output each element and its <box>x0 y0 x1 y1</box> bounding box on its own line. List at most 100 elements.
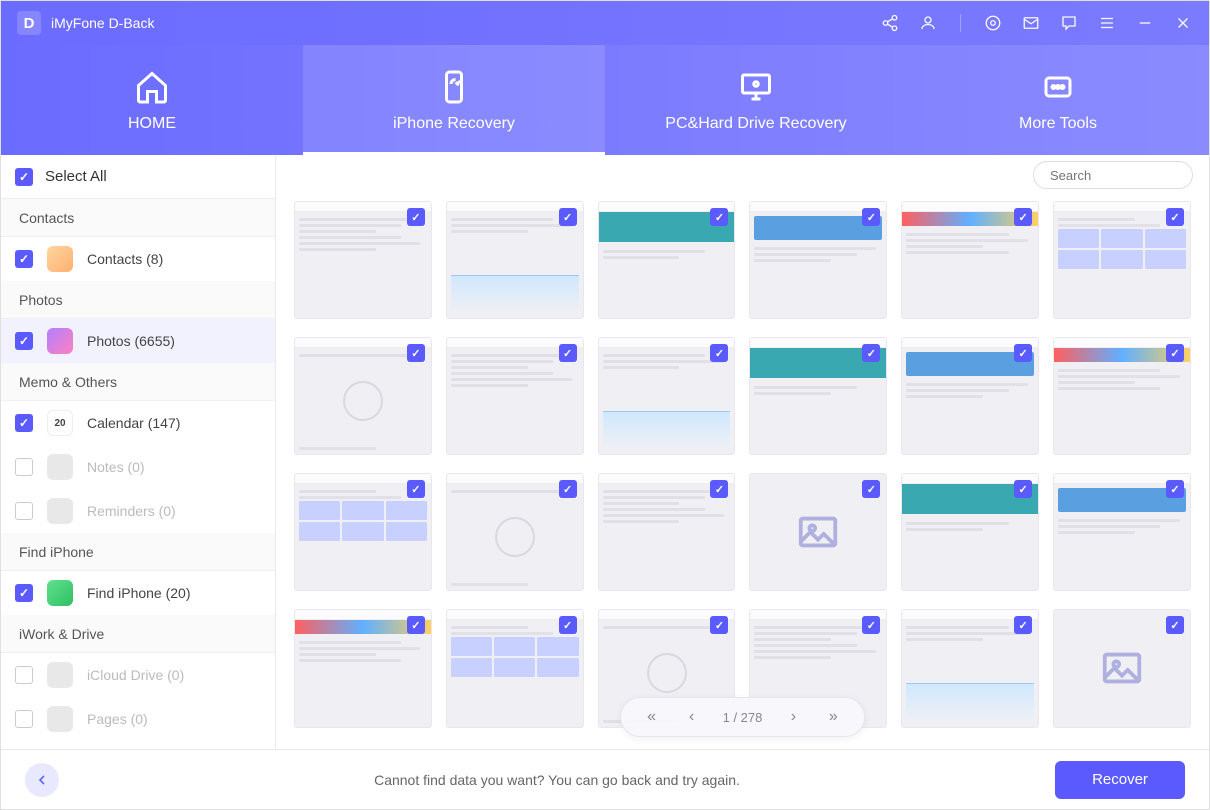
item-label: Calendar (147) <box>87 415 180 431</box>
photo-thumbnail[interactable] <box>749 201 887 319</box>
nav-tab-label: HOME <box>128 115 176 133</box>
photo-thumbnail[interactable] <box>446 337 584 455</box>
photo-thumbnail[interactable] <box>749 337 887 455</box>
thumbnail-checkbox[interactable] <box>407 208 425 226</box>
photo-thumbnail[interactable] <box>294 473 432 591</box>
mail-icon[interactable] <box>1021 13 1041 33</box>
settings-icon[interactable] <box>983 13 1003 33</box>
sidebar-item-reminders[interactable]: Reminders (0) <box>1 489 275 533</box>
sidebar-item-pages[interactable]: Pages (0) <box>1 697 275 741</box>
thumbnail-checkbox[interactable] <box>407 480 425 498</box>
reminders-icon <box>47 498 73 524</box>
thumbnail-checkbox[interactable] <box>1014 480 1032 498</box>
item-label: Notes (0) <box>87 459 145 475</box>
item-checkbox[interactable] <box>15 250 33 268</box>
thumbnail-checkbox[interactable] <box>1166 208 1184 226</box>
photo-thumbnail[interactable] <box>598 201 736 319</box>
thumbnail-checkbox[interactable] <box>559 208 577 226</box>
item-label: Reminders (0) <box>87 503 176 519</box>
thumbnail-checkbox[interactable] <box>407 616 425 634</box>
phone-recovery-icon <box>434 67 474 107</box>
feedback-icon[interactable] <box>1059 13 1079 33</box>
photo-thumbnail[interactable] <box>1053 337 1191 455</box>
thumbnail-checkbox[interactable] <box>1166 616 1184 634</box>
thumbnail-checkbox[interactable] <box>862 480 880 498</box>
app-title: iMyFone D-Back <box>51 15 154 31</box>
thumbnail-checkbox[interactable] <box>1014 208 1032 226</box>
minimize-icon[interactable] <box>1135 13 1155 33</box>
item-checkbox[interactable] <box>15 332 33 350</box>
thumbnail-checkbox[interactable] <box>559 616 577 634</box>
search-input[interactable] <box>1050 168 1209 183</box>
photo-thumbnail[interactable] <box>598 337 736 455</box>
photo-thumbnail[interactable] <box>749 473 887 591</box>
item-checkbox[interactable] <box>15 458 33 476</box>
photo-thumbnail[interactable] <box>446 609 584 727</box>
item-checkbox[interactable] <box>15 710 33 728</box>
photo-thumbnail[interactable] <box>1053 609 1191 727</box>
photo-thumbnail[interactable] <box>294 337 432 455</box>
photo-thumbnail[interactable] <box>294 201 432 319</box>
photo-thumbnail[interactable] <box>901 473 1039 591</box>
photo-thumbnail[interactable] <box>901 609 1039 727</box>
photo-thumbnail[interactable] <box>446 473 584 591</box>
thumbnail-checkbox[interactable] <box>1014 344 1032 362</box>
thumbnail-checkbox[interactable] <box>559 344 577 362</box>
sidebar-item-calendar[interactable]: 20 Calendar (147) <box>1 401 275 445</box>
photo-thumbnail[interactable] <box>901 201 1039 319</box>
item-checkbox[interactable] <box>15 584 33 602</box>
photo-thumbnail[interactable] <box>294 609 432 727</box>
thumbnail-checkbox[interactable] <box>862 616 880 634</box>
nav-tab-pc-recovery[interactable]: PC&Hard Drive Recovery <box>605 45 907 155</box>
thumbnail-checkbox[interactable] <box>407 344 425 362</box>
pagination-first-button[interactable]: « <box>643 708 661 726</box>
thumbnail-checkbox[interactable] <box>559 480 577 498</box>
arrow-left-icon <box>34 772 50 788</box>
photo-thumbnail[interactable] <box>1053 201 1191 319</box>
select-all-checkbox[interactable] <box>15 168 33 186</box>
sidebar-item-contacts[interactable]: Contacts (8) <box>1 237 275 281</box>
thumbnail-checkbox[interactable] <box>710 344 728 362</box>
photo-thumbnail[interactable] <box>598 473 736 591</box>
pagination-last-button[interactable]: » <box>824 708 842 726</box>
photo-thumbnail[interactable] <box>446 201 584 319</box>
photo-grid-scroll[interactable]: « ‹ 1 / 278 › » <box>276 195 1209 749</box>
thumbnail-checkbox[interactable] <box>1166 344 1184 362</box>
thumbnail-checkbox[interactable] <box>862 344 880 362</box>
search-box[interactable] <box>1033 161 1193 189</box>
nav-tab-more-tools[interactable]: More Tools <box>907 45 1209 155</box>
photo-thumbnail[interactable] <box>1053 473 1191 591</box>
contacts-icon <box>47 246 73 272</box>
thumbnail-checkbox[interactable] <box>710 208 728 226</box>
findiphone-icon <box>47 580 73 606</box>
sidebar-item-photos[interactable]: Photos (6655) <box>1 319 275 363</box>
thumbnail-checkbox[interactable] <box>1166 480 1184 498</box>
sidebar-item-findiphone[interactable]: Find iPhone (20) <box>1 571 275 615</box>
icloud-icon <box>47 662 73 688</box>
recover-button[interactable]: Recover <box>1055 761 1185 799</box>
nav-tab-iphone-recovery[interactable]: iPhone Recovery <box>303 45 605 155</box>
thumbnail-checkbox[interactable] <box>862 208 880 226</box>
nav-tab-label: iPhone Recovery <box>393 115 515 133</box>
close-icon[interactable] <box>1173 13 1193 33</box>
item-checkbox[interactable] <box>15 666 33 684</box>
item-checkbox[interactable] <box>15 502 33 520</box>
menu-icon[interactable] <box>1097 13 1117 33</box>
sidebar-item-notes[interactable]: Notes (0) <box>1 445 275 489</box>
nav-tab-home[interactable]: HOME <box>1 45 303 155</box>
thumbnail-checkbox[interactable] <box>1014 616 1032 634</box>
share-icon[interactable] <box>880 13 900 33</box>
select-all-label: Select All <box>45 168 107 185</box>
account-icon[interactable] <box>918 13 938 33</box>
pagination-next-button[interactable]: › <box>784 708 802 726</box>
photo-thumbnail[interactable] <box>901 337 1039 455</box>
back-button[interactable] <box>25 763 59 797</box>
select-all-row[interactable]: Select All <box>1 155 275 199</box>
sidebar: Select All Contacts Contacts (8) Photos … <box>1 155 276 749</box>
pagination-prev-button[interactable]: ‹ <box>683 708 701 726</box>
thumbnail-checkbox[interactable] <box>710 616 728 634</box>
titlebar: D iMyFone D-Back <box>1 1 1209 45</box>
sidebar-item-icloud[interactable]: iCloud Drive (0) <box>1 653 275 697</box>
item-checkbox[interactable] <box>15 414 33 432</box>
thumbnail-checkbox[interactable] <box>710 480 728 498</box>
